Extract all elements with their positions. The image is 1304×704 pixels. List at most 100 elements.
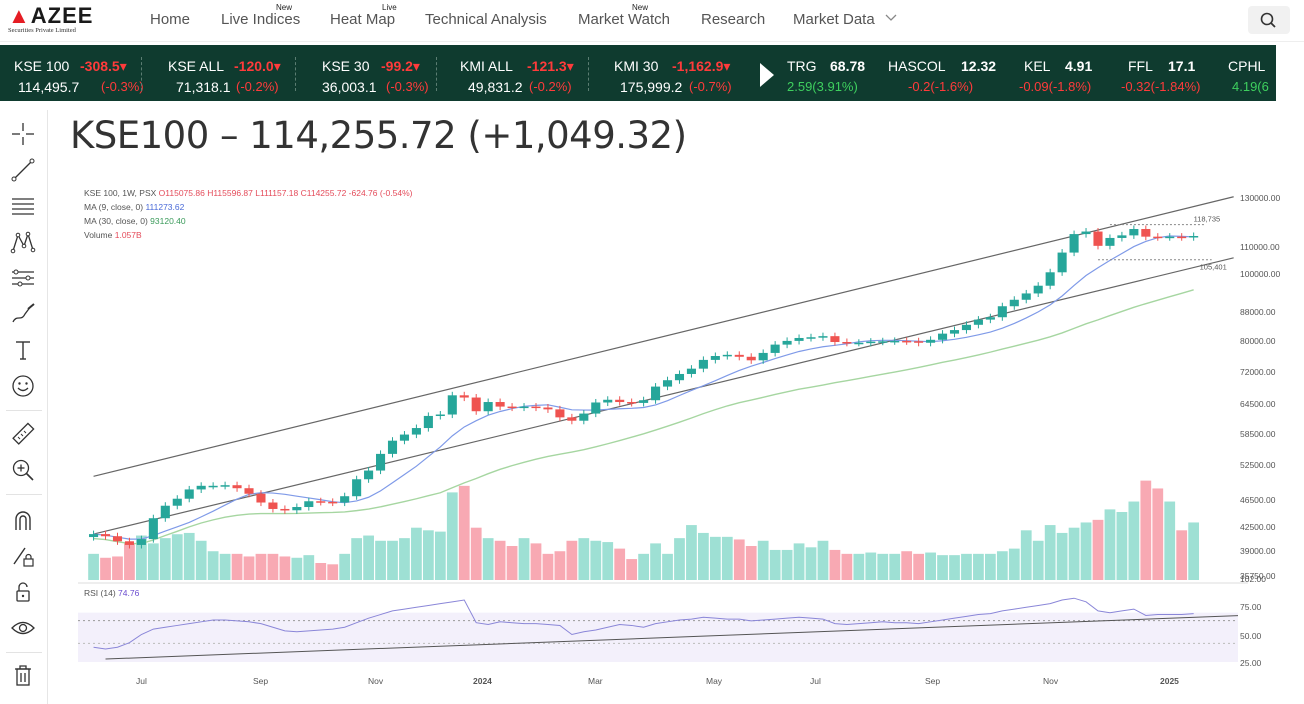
chart-canvas[interactable]: 118,735 105,401 130000.00 110000.00 100000.0…	[78, 178, 1304, 700]
candle-body	[1117, 235, 1127, 238]
volume-bar	[1104, 509, 1116, 580]
brush-tool[interactable]	[9, 300, 37, 328]
price-tick-label: 64500.00	[1240, 399, 1276, 409]
fib-tool[interactable]	[9, 192, 37, 220]
nav-market-watch[interactable]: New Market Watch	[578, 3, 670, 28]
lock-tool[interactable]	[9, 578, 37, 606]
ticker-divider	[141, 57, 142, 91]
candle-body	[112, 536, 123, 542]
index-value: 71,318.1	[176, 79, 231, 95]
candle-body	[615, 399, 625, 403]
candle-body	[579, 413, 589, 421]
time-axis-label: May	[706, 676, 723, 686]
volume-bar	[865, 552, 877, 580]
brand-logo[interactable]: ▲AZEE Securities Private Limited	[8, 5, 92, 37]
candle-body	[1105, 237, 1115, 246]
volume-bar	[1080, 522, 1092, 580]
ticker-divider	[588, 57, 589, 91]
search-button[interactable]	[1248, 6, 1290, 34]
candle-body	[770, 344, 780, 353]
price-tick-label: 39000.00	[1240, 546, 1276, 556]
nav-home-label: Home	[150, 11, 191, 28]
nav-heat-map[interactable]: Live Heat Map	[330, 3, 397, 28]
candle-body	[1081, 231, 1091, 235]
prediction-tool[interactable]	[9, 264, 37, 292]
candle-body	[316, 501, 326, 503]
text-tool[interactable]	[9, 336, 37, 364]
nav-live-indices[interactable]: New Live Indices	[221, 3, 300, 28]
volume-bar	[315, 563, 327, 580]
volume-bar	[757, 540, 769, 580]
volume-bar	[949, 555, 960, 580]
ruler-tool[interactable]	[9, 420, 37, 448]
nav-market-data[interactable]: Market Data	[793, 11, 897, 28]
symbol-change: 2.59(3.91%)	[787, 79, 858, 94]
nav-research[interactable]: Research	[701, 11, 765, 28]
volume-bar	[913, 553, 925, 580]
candle-body	[160, 505, 170, 519]
drawing-toolbar	[0, 110, 48, 704]
zoom-in-tool[interactable]	[9, 456, 37, 484]
price-tick-label: 52500.00	[1240, 460, 1276, 470]
candle-body	[399, 434, 410, 441]
candle-body	[1129, 229, 1139, 236]
visibility-tool[interactable]	[9, 614, 37, 642]
candle-body	[878, 341, 888, 343]
brand-tagline: Securities Private Limited	[8, 27, 76, 34]
candle-body	[890, 340, 900, 343]
symbol-change: -0.09(-1.8%)	[1019, 79, 1092, 94]
nav-badge: New	[632, 3, 649, 12]
volume-bar	[195, 540, 207, 580]
pattern-tool[interactable]	[9, 228, 37, 256]
symbol-name: FFL	[1128, 58, 1153, 74]
trendline-tool[interactable]	[9, 156, 37, 184]
candle-body	[220, 485, 230, 487]
symbol-change: -0.2(-1.6%)	[908, 79, 974, 94]
lock-drawings-tool[interactable]	[9, 542, 37, 570]
volume-bar	[769, 549, 781, 580]
candle-body	[184, 489, 194, 499]
candle-body	[866, 341, 876, 344]
volume-bar	[602, 542, 614, 580]
candle-body	[830, 336, 840, 343]
legend-main: KSE 100, 1W, PSX O115075.86 H115596.87 L…	[84, 188, 413, 198]
candle-body	[256, 493, 266, 503]
volume-bar	[291, 557, 303, 580]
symbol-price: 12.32	[961, 58, 997, 74]
legend-ma30: MA (30, close, 0) 93120.40	[84, 216, 186, 226]
volume-bar	[817, 540, 829, 580]
index-change: -1,162.9▾	[672, 58, 731, 74]
volume-bar	[996, 551, 1008, 580]
candle-body	[1153, 236, 1163, 239]
delete-tool[interactable]	[9, 662, 37, 690]
time-axis-label: Jul	[810, 676, 821, 686]
lock-draw-icon	[13, 547, 34, 567]
candle-body	[459, 395, 469, 398]
candle-body	[531, 406, 541, 409]
index-name: KSE 30	[322, 58, 370, 74]
index-value: 114,495.7	[18, 79, 80, 95]
emoji-tool[interactable]	[9, 372, 37, 400]
volume-bar	[614, 548, 626, 580]
price-chart[interactable]: 118,735 105,401 130000.00 110000.00 100000.0…	[78, 178, 1304, 700]
candle-body	[483, 402, 493, 412]
candle-body	[280, 508, 290, 511]
volume-bar	[542, 553, 554, 580]
magnet-tool[interactable]	[9, 506, 37, 534]
crosshair-tool[interactable]	[9, 120, 37, 148]
nav-technical-analysis-label: Technical Analysis	[425, 11, 547, 28]
candle-body	[423, 415, 433, 429]
symbol-change: -0.32(-1.84%)	[1121, 79, 1201, 94]
play-icon[interactable]	[760, 63, 774, 87]
nav-technical-analysis[interactable]: Technical Analysis	[425, 11, 547, 28]
candle-body	[89, 534, 99, 538]
candle-body	[340, 496, 350, 503]
volume-bar	[100, 557, 111, 580]
candle-body	[639, 400, 649, 403]
volume-bar	[339, 553, 351, 580]
chart-legend: KSE 100, 1W, PSX O115075.86 H115596.87 L…	[84, 186, 412, 242]
volume-bar	[984, 553, 996, 580]
nav-home[interactable]: Home	[150, 11, 190, 28]
symbol-name: HASCOL	[888, 58, 946, 74]
time-axis-label: Sep	[253, 676, 268, 686]
